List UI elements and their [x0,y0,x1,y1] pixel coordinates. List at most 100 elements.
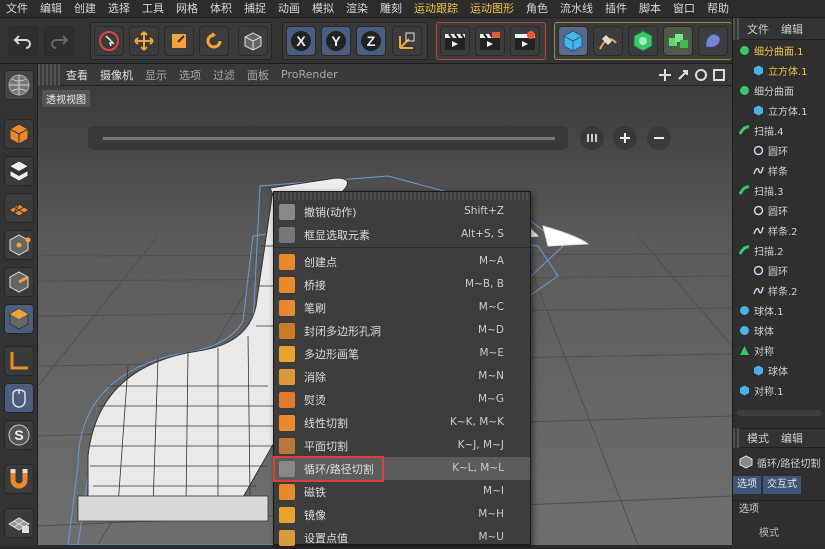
subtab-options[interactable]: 选项 [733,476,761,494]
tweak-mode-button[interactable] [4,383,34,413]
context-menu-item[interactable]: 撤销(动作) Shift+Z [274,200,530,223]
object-tree-item[interactable]: 对称.1 [733,380,825,400]
coordinate-system-button[interactable] [392,26,422,56]
menu-item[interactable]: 帮助 [701,0,735,18]
camera-slider-track[interactable] [103,137,555,140]
grid-lock-button[interactable] [4,508,34,538]
menu-item[interactable]: 脚本 [633,0,667,18]
undo-button[interactable] [8,26,38,56]
menu-item[interactable]: 角色 [520,0,554,18]
object-tree-item[interactable]: 扫描.4 [733,120,825,140]
object-tree-item[interactable]: 立方体.1 [733,100,825,120]
subdivision-surface-button[interactable] [628,26,658,56]
menu-item[interactable]: 网格 [170,0,204,18]
x-axis-button[interactable]: X [286,26,316,56]
axis-mode-button[interactable] [4,346,34,376]
pen-spline-button[interactable] [593,26,623,56]
object-tree-item[interactable]: 扫描.2 [733,240,825,260]
om-menu-file[interactable]: 文件 [741,21,775,37]
maximize-icon[interactable] [712,68,726,82]
menu-item[interactable]: 窗口 [667,0,701,18]
viewport-menu-view[interactable]: 查看 [60,67,94,83]
object-tree-item[interactable]: 扫描.3 [733,180,825,200]
move-tool-button[interactable] [129,26,159,56]
menu-item[interactable]: 文件 [0,0,34,18]
om-menu-edit[interactable]: 编辑 [775,21,809,37]
z-axis-button[interactable]: Z [356,26,386,56]
context-menu-item[interactable]: 创建点 M~A [274,250,530,273]
menu-item[interactable]: 运动图形 [464,0,520,18]
select-tool-button[interactable] [94,26,124,56]
menu-item[interactable]: 雕刻 [374,0,408,18]
edges-mode-button[interactable] [4,267,34,297]
menu-item[interactable]: 插件 [599,0,633,18]
object-tree-item[interactable]: 样条.2 [733,220,825,240]
context-menu-item[interactable]: 桥接 M~B, B [274,273,530,296]
render-settings-button[interactable] [510,26,540,56]
object-tree-item[interactable]: 球体 [733,320,825,340]
points-mode-button[interactable] [4,230,34,260]
render-view-button[interactable] [440,26,470,56]
context-menu-item[interactable]: 框显选取元素 Alt+S, S [274,223,530,246]
snap-button[interactable]: S [4,420,34,450]
menu-item[interactable]: 工具 [136,0,170,18]
viewport-grip[interactable] [38,63,60,86]
magnet-snap-button[interactable] [4,464,34,494]
menu-item[interactable]: 捕捉 [238,0,272,18]
menu-item[interactable]: 创建 [68,0,102,18]
cube-object-button[interactable] [558,26,588,56]
object-tree-item[interactable]: 立方体.1 [733,60,825,80]
am-menu-edit[interactable]: 编辑 [775,430,809,446]
menu-item[interactable]: 渲染 [340,0,374,18]
viewport-menu-panel[interactable]: 面板 [241,67,275,83]
context-menu-item[interactable]: 线性切割 K~K, M~K [274,411,530,434]
menu-item[interactable]: 编辑 [34,0,68,18]
context-menu-item[interactable]: 磁铁 M~I [274,480,530,503]
object-tree-item[interactable]: 圆环 [733,200,825,220]
object-tree-scrollbar[interactable] [737,410,822,416]
model-mode-button[interactable] [4,119,34,149]
object-tree-item[interactable]: 圆环 [733,140,825,160]
context-menu-grip[interactable] [274,192,530,200]
zoom-out-button[interactable] [647,126,671,150]
menu-item[interactable]: 体积 [204,0,238,18]
pan-icon[interactable] [658,68,672,82]
redo-button[interactable] [44,26,74,56]
subtab-interactive[interactable]: 交互式 [763,476,801,494]
viewport-menu-filter[interactable]: 过滤 [207,67,241,83]
context-menu-item[interactable]: 平面切割 K~J, M~J [274,434,530,457]
object-tree-item[interactable]: 细分曲面 [733,80,825,100]
zoom-icon[interactable] [676,68,690,82]
context-menu-item[interactable]: 消除 M~N [274,365,530,388]
viewport-menu-prorender[interactable]: ProRender [275,68,344,81]
recent-object-button[interactable] [238,26,268,56]
menu-item[interactable]: 模拟 [306,0,340,18]
polygons-mode-button[interactable] [4,304,34,334]
context-menu-item[interactable]: 设置点值 M~U [274,526,530,549]
object-manager-grip[interactable] [733,17,741,40]
context-menu-item[interactable]: 熨烫 M~G [274,388,530,411]
viewport-menu-camera[interactable]: 摄像机 [94,67,139,83]
orbit-icon[interactable] [694,68,708,82]
context-menu-item[interactable]: 多边形画笔 M~E [274,342,530,365]
object-tree-item[interactable]: 球体.1 [733,300,825,320]
attribute-manager-grip[interactable] [733,428,741,448]
object-tree-item[interactable]: 样条 [733,160,825,180]
cloner-button[interactable] [663,26,693,56]
viewport-menu-options[interactable]: 选项 [173,67,207,83]
viewport-menu-display[interactable]: 显示 [139,67,173,83]
object-tree-item[interactable]: 球体 [733,360,825,380]
make-editable-button[interactable] [4,70,34,100]
menu-item[interactable]: 流水线 [554,0,599,18]
object-tree-item[interactable]: 对称 [733,340,825,360]
context-menu-item[interactable]: 封闭多边形孔洞 M~D [274,319,530,342]
menu-item[interactable]: 运动跟踪 [408,0,464,18]
y-axis-button[interactable]: Y [321,26,351,56]
workplane-mode-button[interactable] [4,193,34,223]
object-tree-item[interactable]: 样条.2 [733,280,825,300]
context-menu-item[interactable]: 镜像 M~H [274,503,530,526]
object-tree-item[interactable]: 圆环 [733,260,825,280]
deformer-button[interactable] [698,26,728,56]
object-tree-item[interactable]: 细分曲面.1 [733,40,825,60]
scale-tool-button[interactable] [164,26,194,56]
